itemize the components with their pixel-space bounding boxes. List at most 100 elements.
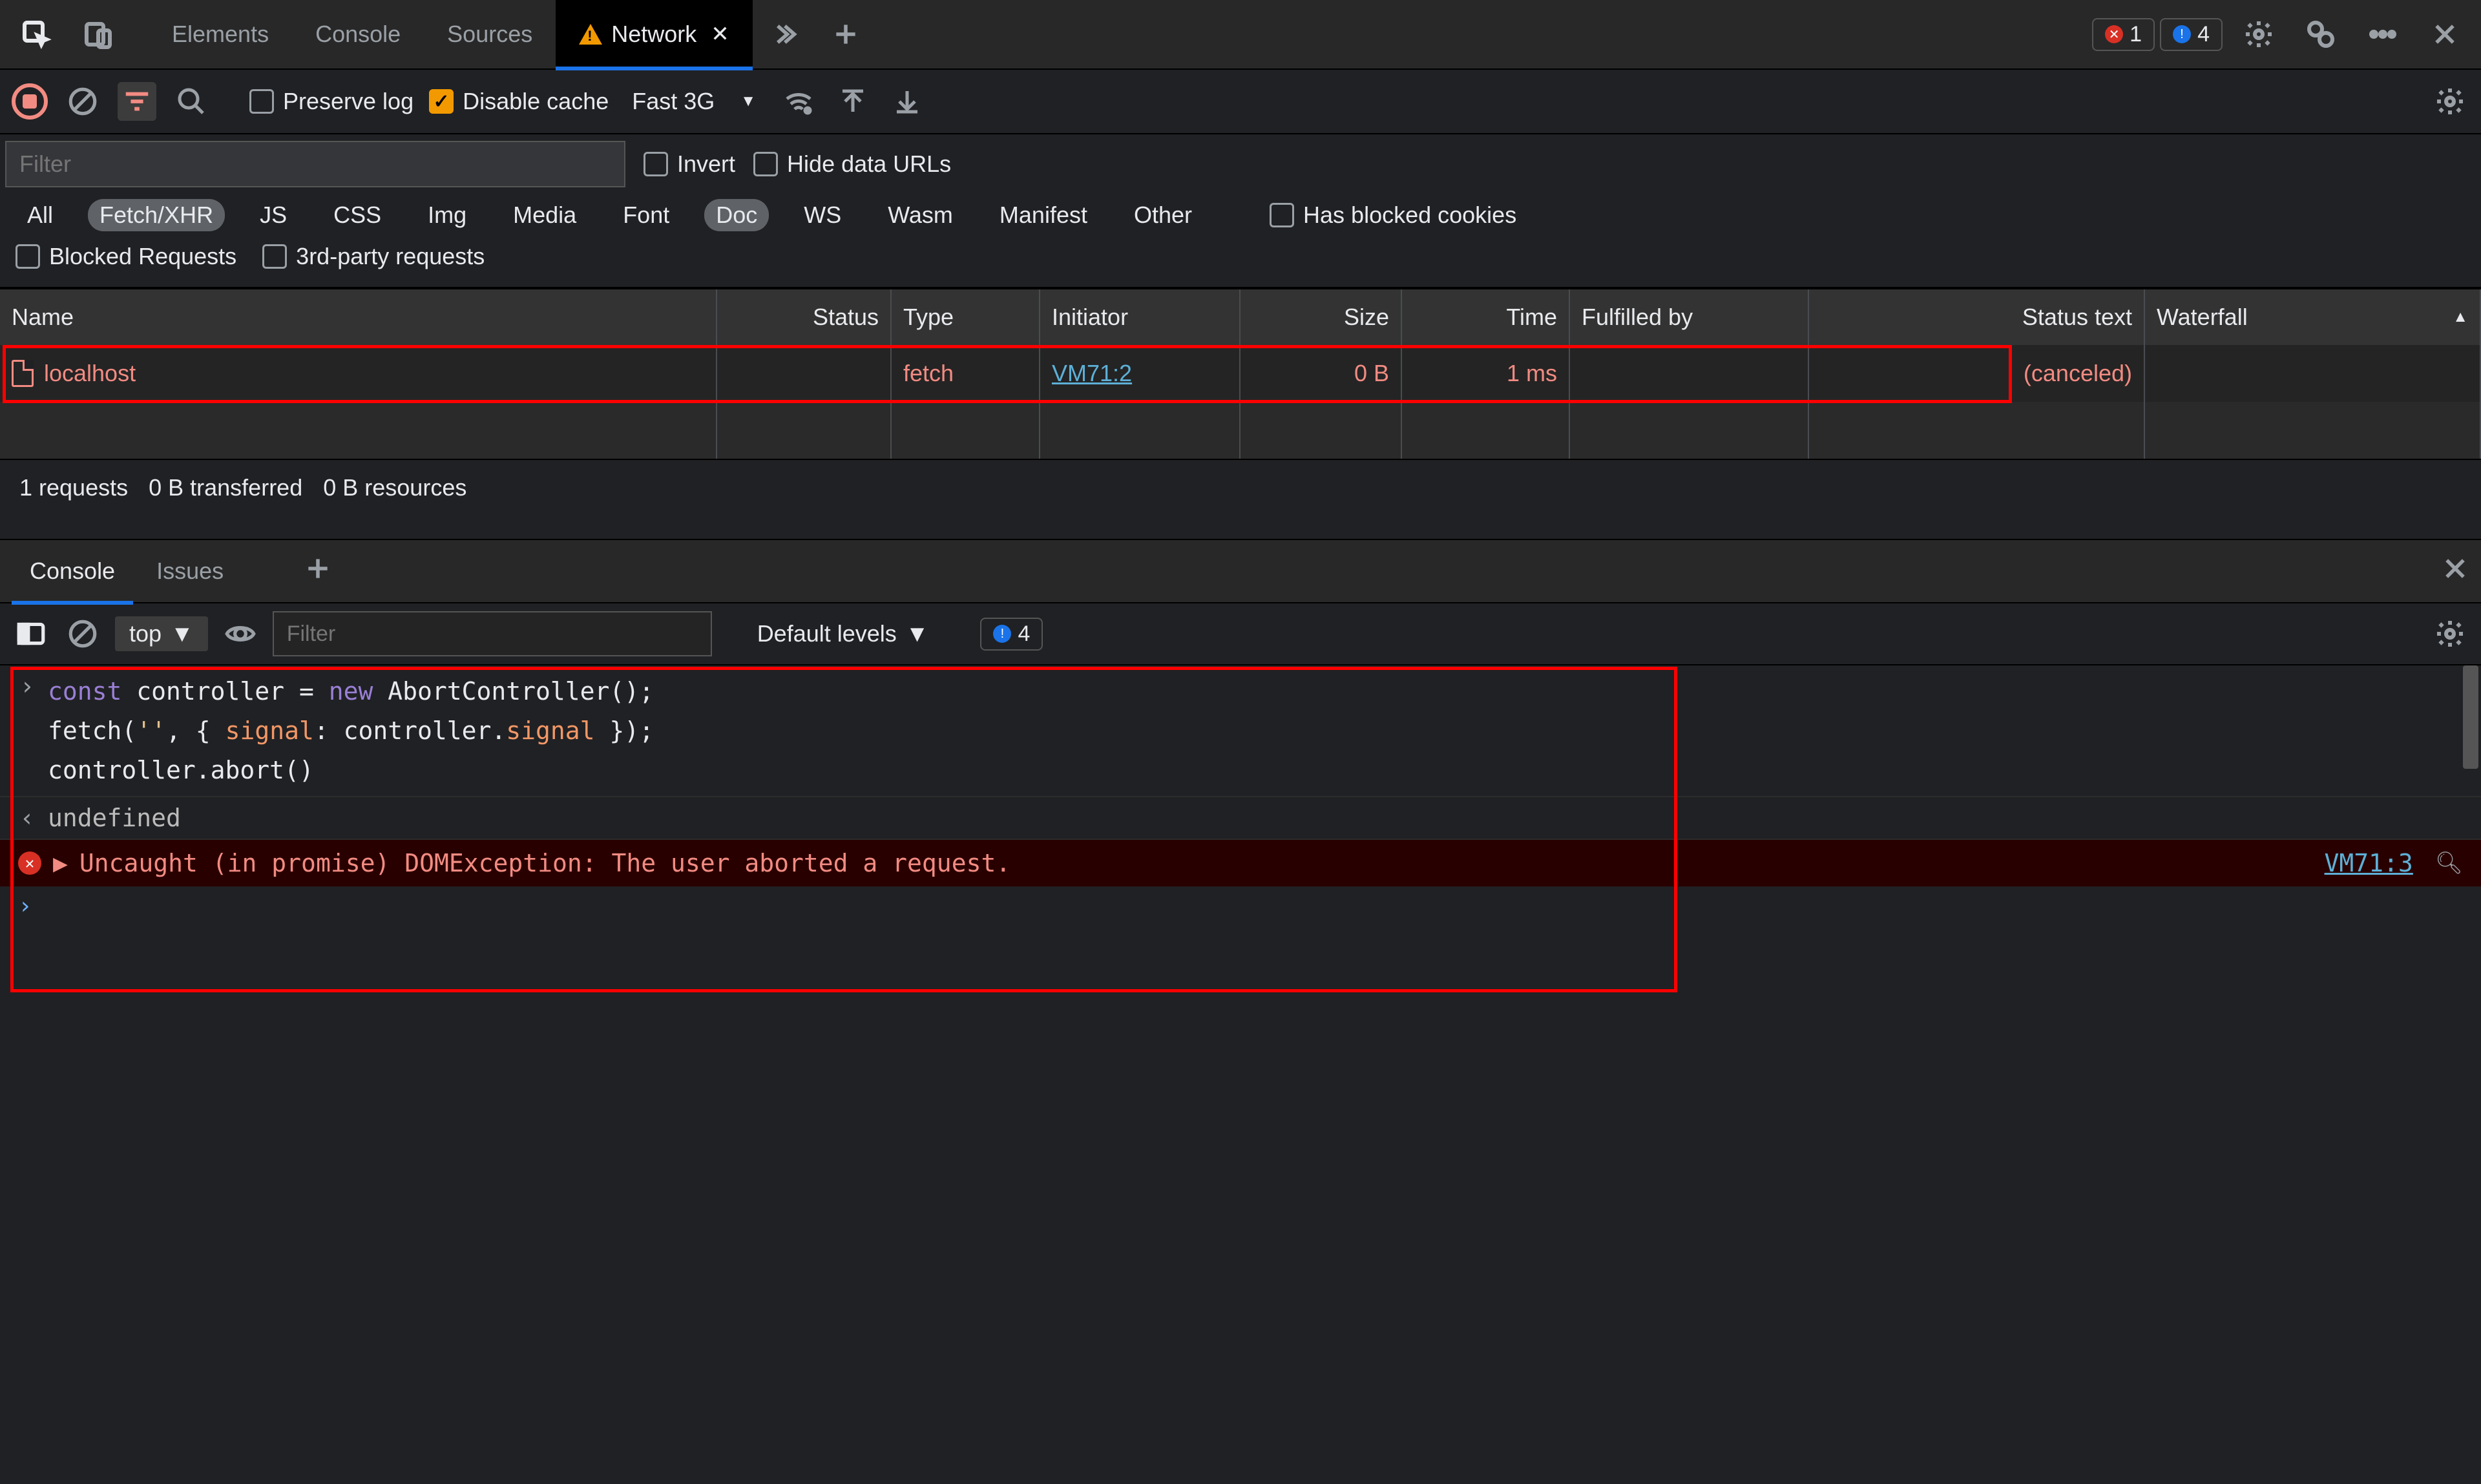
return-value: undefined xyxy=(48,804,181,832)
device-toolbar-icon[interactable] xyxy=(70,6,127,63)
console-return-line: ‹ undefined xyxy=(0,797,2481,840)
sort-up-icon: ▲ xyxy=(2453,308,2468,326)
tab-network[interactable]: Network ✕ xyxy=(556,0,753,69)
summary-requests: 1 requests xyxy=(19,474,128,501)
file-icon xyxy=(12,360,34,387)
network-settings-icon[interactable] xyxy=(2431,82,2469,121)
kebab-menu-icon[interactable] xyxy=(2354,6,2411,63)
filter-input[interactable] xyxy=(5,141,625,187)
console-sidebar-toggle-icon[interactable] xyxy=(12,614,50,653)
tab-sources[interactable]: Sources xyxy=(424,0,556,69)
clear-icon[interactable] xyxy=(63,82,102,121)
scrollbar[interactable] xyxy=(2463,665,2478,769)
col-fulfilled-by[interactable]: Fulfilled by xyxy=(1570,289,1809,345)
issues-badge[interactable]: ! 4 xyxy=(2160,18,2223,51)
console-filter-input[interactable] xyxy=(273,611,712,656)
type-fetch-xhr[interactable]: Fetch/XHR xyxy=(88,199,225,231)
col-status-text[interactable]: Status text xyxy=(1809,289,2145,345)
close-devtools-icon[interactable] xyxy=(2416,6,2473,63)
type-img[interactable]: Img xyxy=(416,199,478,231)
col-status[interactable]: Status xyxy=(717,289,892,345)
type-media[interactable]: Media xyxy=(501,199,588,231)
has-blocked-cookies-checkbox[interactable]: Has blocked cookies xyxy=(1270,202,1516,229)
type-other[interactable]: Other xyxy=(1122,199,1204,231)
drawer-add-tab-icon[interactable] xyxy=(304,554,332,589)
type-manifest[interactable]: Manifest xyxy=(988,199,1099,231)
request-type-filter: All Fetch/XHR JS CSS Img Media Font Doc … xyxy=(0,194,2481,236)
col-name[interactable]: Name xyxy=(0,289,717,345)
checkbox-icon xyxy=(249,89,274,114)
table-row[interactable]: localhost fetch VM71:2 0 B 1 ms (cancele… xyxy=(0,345,2481,402)
checkbox-checked-icon xyxy=(429,89,454,114)
cell-initiator[interactable]: VM71:2 xyxy=(1040,345,1240,402)
cell-status-text: (canceled) xyxy=(1809,345,2145,402)
drawer-tabstrip: Console Issues xyxy=(0,539,2481,603)
col-type[interactable]: Type xyxy=(892,289,1040,345)
prompt-chevron-icon: › xyxy=(18,893,32,919)
hide-data-urls-checkbox[interactable]: Hide data URLs xyxy=(753,151,951,178)
console-settings-icon[interactable] xyxy=(2431,614,2469,653)
network-conditions-icon[interactable] xyxy=(779,82,818,121)
tab-drawer-issues[interactable]: Issues xyxy=(138,539,242,603)
more-tabs-icon[interactable] xyxy=(755,6,812,63)
drawer-close-icon[interactable] xyxy=(2441,554,2469,589)
caret-down-icon: ▼ xyxy=(906,620,929,647)
console-body: › const controller = new AbortController… xyxy=(0,665,2481,926)
col-waterfall[interactable]: Waterfall ▲ xyxy=(2145,289,2481,345)
issue-dot-icon: ! xyxy=(2173,25,2191,43)
col-initiator[interactable]: Initiator xyxy=(1040,289,1240,345)
third-party-checkbox[interactable]: 3rd-party requests xyxy=(262,243,485,270)
console-prompt[interactable]: › xyxy=(0,886,2481,926)
search-icon[interactable] xyxy=(172,82,211,121)
error-source-link[interactable]: VM71:3 xyxy=(2325,849,2413,877)
checkbox-icon xyxy=(644,152,668,176)
table-header: Name Status Type Initiator Size Time Ful… xyxy=(0,288,2481,345)
type-all[interactable]: All xyxy=(16,199,65,231)
log-levels-select[interactable]: Default levels ▼ xyxy=(757,620,929,647)
cell-type: fetch xyxy=(892,345,1040,402)
expand-icon[interactable]: ▶ xyxy=(53,849,68,877)
checkbox-icon xyxy=(16,244,40,269)
caret-down-icon: ▼ xyxy=(171,620,194,647)
console-issues-badge[interactable]: ! 4 xyxy=(980,618,1043,651)
tab-elements[interactable]: Elements xyxy=(149,0,292,69)
error-dot-icon: ✕ xyxy=(2105,25,2123,43)
import-har-icon[interactable] xyxy=(833,82,872,121)
type-ws[interactable]: WS xyxy=(792,199,853,231)
issue-dot-icon: ! xyxy=(993,625,1011,643)
tab-console[interactable]: Console xyxy=(292,0,424,69)
record-button[interactable] xyxy=(12,83,48,120)
type-js[interactable]: JS xyxy=(248,199,298,231)
type-font[interactable]: Font xyxy=(611,199,681,231)
network-filter-area: Invert Hide data URLs All Fetch/XHR JS C… xyxy=(0,134,2481,288)
type-doc[interactable]: Doc xyxy=(704,199,769,231)
preserve-log-checkbox[interactable]: Preserve log xyxy=(249,88,414,115)
type-wasm[interactable]: Wasm xyxy=(876,199,965,231)
add-tab-icon[interactable] xyxy=(817,6,874,63)
experiments-icon[interactable] xyxy=(2292,6,2349,63)
col-size[interactable]: Size xyxy=(1240,289,1402,345)
errors-badge[interactable]: ✕ 1 xyxy=(2092,18,2155,51)
network-summary: 1 requests 0 B transferred 0 B resources xyxy=(0,459,2481,516)
inspect-element-icon[interactable] xyxy=(8,6,65,63)
throttling-select[interactable]: Fast 3G ▼ xyxy=(624,84,764,119)
summary-resources: 0 B resources xyxy=(323,474,466,501)
network-toolbar: Preserve log Disable cache Fast 3G ▼ xyxy=(0,70,2481,134)
console-error-line[interactable]: ✕ ▶ Uncaught (in promise) DOMException: … xyxy=(0,840,2481,886)
disable-cache-checkbox[interactable]: Disable cache xyxy=(429,88,609,115)
blocked-requests-checkbox[interactable]: Blocked Requests xyxy=(16,243,236,270)
summary-transferred: 0 B transferred xyxy=(149,474,302,501)
settings-icon[interactable] xyxy=(2230,6,2287,63)
type-css[interactable]: CSS xyxy=(322,199,393,231)
console-clear-icon[interactable] xyxy=(63,614,102,653)
live-expression-icon[interactable] xyxy=(221,614,260,653)
col-time[interactable]: Time xyxy=(1402,289,1570,345)
execution-context-select[interactable]: top ▼ xyxy=(115,616,208,651)
export-har-icon[interactable] xyxy=(888,82,926,121)
close-icon[interactable]: ✕ xyxy=(711,21,729,47)
tab-drawer-console[interactable]: Console xyxy=(12,539,133,603)
invert-checkbox[interactable]: Invert xyxy=(644,151,735,178)
checkbox-icon xyxy=(1270,203,1294,227)
filter-toggle-icon[interactable] xyxy=(118,82,156,121)
magnify-icon[interactable]: 🔍︎ xyxy=(2435,850,2463,876)
